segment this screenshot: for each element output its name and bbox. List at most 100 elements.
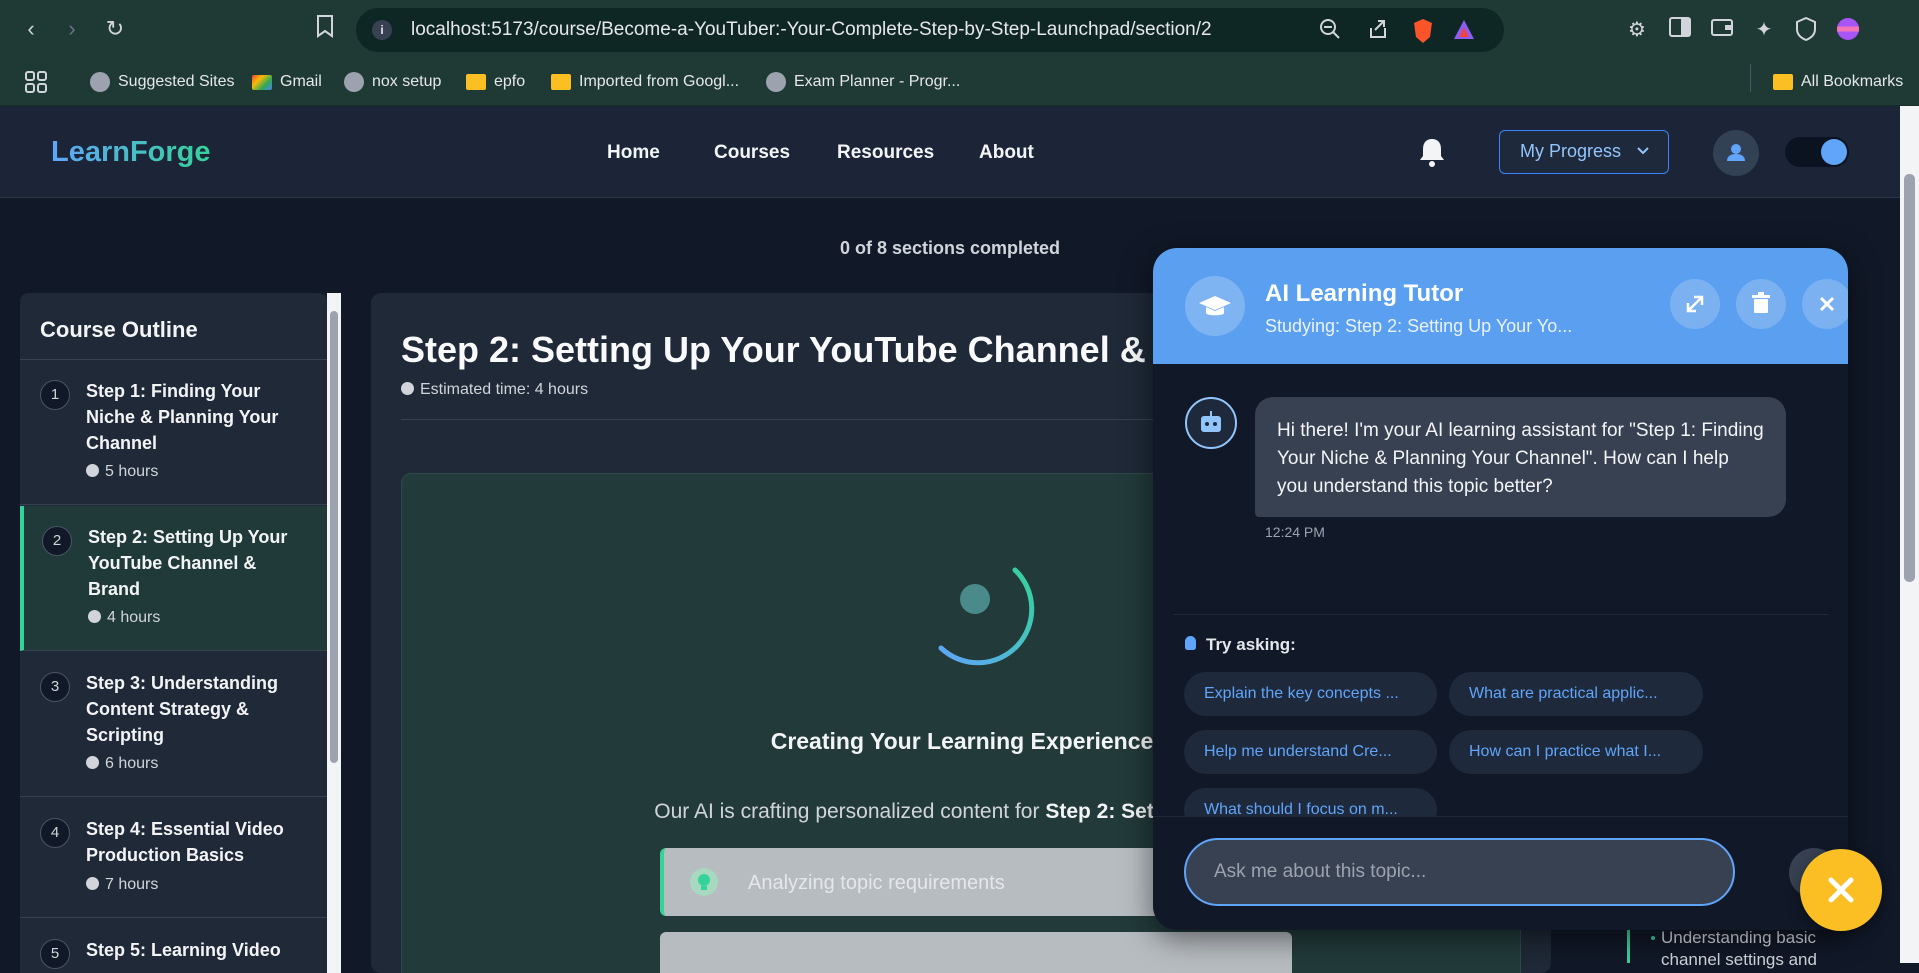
bookmark-icon[interactable]	[310, 14, 340, 44]
my-progress-button[interactable]: My Progress	[1499, 130, 1669, 174]
step-title: Step 1: Finding Your Niche & Planning Yo…	[86, 381, 279, 453]
outline-item-step-1[interactable]: 1 Step 1: Finding Your Niche & Planning …	[20, 360, 327, 505]
step-number: 3	[40, 672, 70, 702]
suggestion-overflow: What should I focus on m...	[1153, 788, 1848, 816]
clear-chat-button[interactable]	[1736, 279, 1786, 329]
logo[interactable]: LearnForge	[51, 136, 211, 169]
close-icon	[1819, 296, 1835, 312]
url-text: localhost:5173/course/Become-a-YouTuber:…	[411, 19, 1212, 40]
toggle-chat-button[interactable]	[1800, 849, 1882, 931]
chat-input[interactable]	[1184, 838, 1735, 906]
step-hours-text: 5 hours	[105, 463, 159, 480]
wallet-icon[interactable]	[1709, 17, 1735, 43]
bookmark-epfo[interactable]: epfo	[466, 70, 525, 94]
objective-accent	[1627, 930, 1630, 963]
sidebar-icon[interactable]	[1667, 17, 1693, 43]
bookmark-suggested-sites[interactable]: Suggested Sites	[90, 70, 235, 94]
try-asking-text: Try asking:	[1206, 635, 1296, 654]
divider	[1173, 614, 1828, 615]
course-outline-title: Course Outline	[40, 317, 198, 342]
bookmarks-divider	[1750, 64, 1751, 92]
step-number: 4	[40, 818, 70, 848]
course-outline: Course Outline 1 Step 1: Finding Your Ni…	[20, 293, 327, 973]
my-progress-label: My Progress	[1520, 141, 1622, 161]
assistant-message: Hi there! I'm your AI learning assistant…	[1255, 397, 1786, 517]
step-hours: 4 hours	[88, 609, 160, 627]
site-info-icon[interactable]: i	[372, 20, 392, 40]
step-hours-text: 6 hours	[105, 755, 159, 772]
nav-about[interactable]: About	[979, 142, 1034, 164]
chat-header: AI Learning Tutor Studying: Step 2: Sett…	[1153, 248, 1848, 364]
folder-icon	[551, 74, 571, 90]
bookmark-nox-setup[interactable]: nox setup	[344, 70, 441, 94]
loading-spinner	[938, 567, 1035, 666]
suggestion-chip[interactable]: What should I focus on m...	[1184, 788, 1437, 816]
clock-icon	[86, 756, 99, 769]
scroll-thumb[interactable]	[1904, 174, 1915, 582]
brave-shield-icon[interactable]	[1411, 18, 1435, 43]
nav-resources[interactable]: Resources	[837, 142, 934, 164]
step-hours: 5 hours	[86, 463, 158, 481]
suggestion-chip[interactable]: How can I practice what I...	[1449, 730, 1703, 774]
chat-title: AI Learning Tutor	[1265, 280, 1464, 307]
bookmark-label: epfo	[494, 73, 526, 90]
bookmark-gmail[interactable]: Gmail	[252, 70, 322, 94]
scroll-thumb[interactable]	[330, 311, 338, 763]
globe-icon	[90, 72, 110, 92]
outline-item-step-4[interactable]: 4 Step 4: Essential Video Production Bas…	[20, 798, 327, 918]
suggestion-chip[interactable]: Explain the key concepts ...	[1184, 672, 1437, 716]
bullet-icon	[1651, 936, 1655, 940]
clock-icon	[86, 877, 99, 890]
zoom-icon[interactable]	[1318, 18, 1342, 42]
app-header: LearnForge Home Courses Resources About …	[0, 106, 1900, 198]
extensions-icon[interactable]: ⚙	[1624, 17, 1650, 43]
folder-icon	[1773, 74, 1793, 90]
reload-icon[interactable]: ↻	[100, 14, 130, 44]
leo-ai-icon[interactable]: ✦	[1751, 17, 1777, 43]
outline-item-step-3[interactable]: 3 Step 3: Understanding Content Strategy…	[20, 652, 327, 797]
forward-icon[interactable]: ›	[57, 14, 87, 44]
address-bar[interactable]: i localhost:5173/course/Become-a-YouTube…	[356, 8, 1504, 52]
bookmark-imported[interactable]: Imported from Googl...	[551, 70, 739, 94]
expand-button[interactable]	[1670, 279, 1720, 329]
suggestion-chip[interactable]: Help me understand Cre...	[1184, 730, 1437, 774]
step-title: Step 2: Setting Up Your YouTube Channel …	[88, 527, 288, 599]
all-bookmarks[interactable]: All Bookmarks	[1773, 70, 1903, 94]
step-hours: 6 hours	[86, 755, 158, 773]
step-number: 2	[42, 526, 72, 556]
step-number: 5	[40, 939, 70, 969]
user-avatar[interactable]	[1713, 130, 1759, 176]
step-hours-text: 7 hours	[105, 876, 159, 893]
profile-icon[interactable]	[1835, 17, 1861, 43]
page-scrollbar[interactable]	[1900, 106, 1919, 963]
outline-item-step-5[interactable]: 5 Step 5: Learning Video	[20, 919, 327, 973]
sidebar-scrollbar[interactable]	[327, 293, 341, 973]
loading-step-text: Analyzing topic requirements	[748, 872, 1005, 894]
step-hours-text: 4 hours	[107, 609, 161, 626]
loading-step-card	[660, 932, 1292, 973]
close-chat-button[interactable]	[1802, 279, 1848, 329]
brave-rewards-icon[interactable]	[1452, 18, 1476, 42]
suggestion-chip[interactable]: What are practical applic...	[1449, 672, 1703, 716]
crafting-prefix: Our AI is crafting personalized content …	[654, 800, 1046, 823]
outline-item-step-2[interactable]: 2 Step 2: Setting Up Your YouTube Channe…	[20, 506, 327, 651]
step-title: Step 4: Essential Video Production Basic…	[86, 819, 284, 865]
lightbulb-icon	[1185, 636, 1196, 650]
theme-toggle[interactable]	[1785, 137, 1849, 167]
nav-home[interactable]: Home	[607, 142, 660, 164]
chat-subtitle: Studying: Step 2: Setting Up Your Yo...	[1265, 316, 1573, 336]
bookmark-exam-planner[interactable]: Exam Planner - Progr...	[766, 70, 960, 94]
clock-icon	[401, 382, 414, 395]
trash-icon	[1752, 292, 1770, 313]
step-number: 1	[40, 380, 70, 410]
share-icon[interactable]	[1366, 18, 1390, 42]
objective-peek-text: Understanding basic channel settings and	[1651, 927, 1841, 971]
back-icon[interactable]: ‹	[16, 14, 46, 44]
bell-icon[interactable]	[1417, 136, 1447, 168]
expand-icon	[1686, 295, 1704, 313]
step-hours: 7 hours	[86, 876, 158, 894]
apps-icon[interactable]	[24, 70, 48, 94]
vpn-icon[interactable]	[1793, 16, 1819, 43]
bookmark-label: Imported from Googl...	[579, 73, 740, 90]
nav-courses[interactable]: Courses	[714, 142, 790, 164]
